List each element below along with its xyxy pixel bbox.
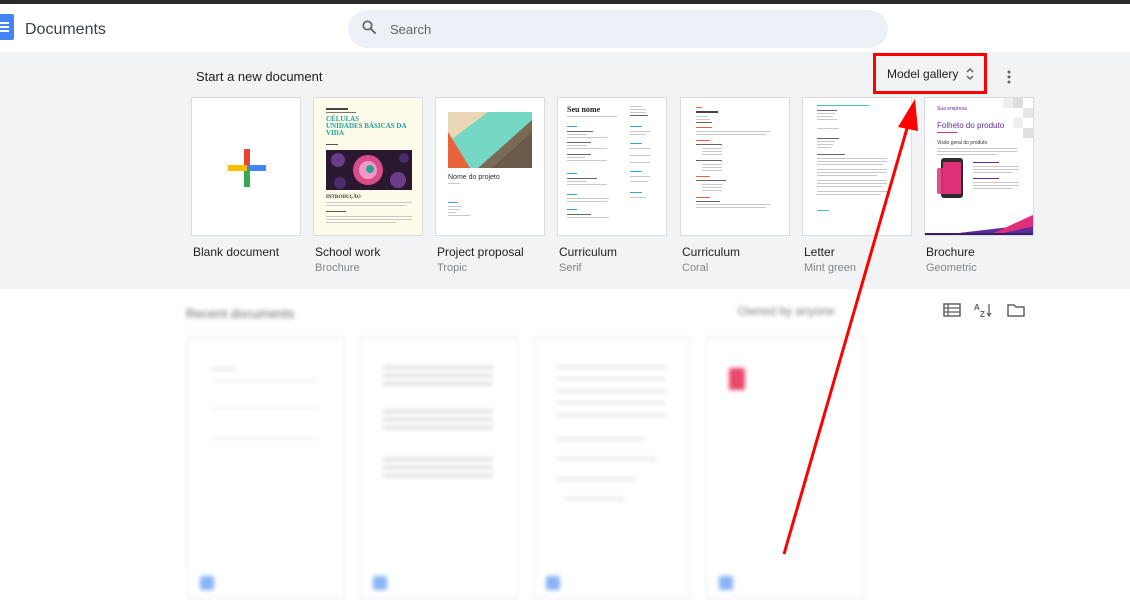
template-subtitle: Coral bbox=[682, 262, 709, 274]
geometric-pattern bbox=[1003, 98, 1033, 138]
plus-icon bbox=[228, 149, 266, 187]
recent-documents: Recent documents Owned by anyone A Z bbox=[0, 289, 1130, 600]
gallery-title: Start a new document bbox=[196, 69, 323, 84]
docs-file-icon bbox=[373, 576, 387, 590]
template-name: Curriculum bbox=[559, 245, 618, 259]
thumb-curriculum-name: Seu nome bbox=[567, 105, 601, 114]
template-curriculum-serif[interactable]: Seu nome Curriculum Serif bbox=[557, 97, 667, 274]
template-name: School work bbox=[315, 245, 381, 259]
list-view-icon[interactable] bbox=[943, 302, 961, 318]
template-blank-document[interactable]: Blank document bbox=[191, 97, 301, 259]
template-name: Brochure bbox=[926, 245, 975, 259]
thumb-brochure-subtitle: Visão geral do produto bbox=[937, 140, 988, 146]
template-name: Project proposal bbox=[437, 245, 524, 259]
template-school-work[interactable]: CÉLULAS UNIDADES BÁSICAS DA VIDA INTRODU… bbox=[313, 97, 423, 274]
thumb-brochure-company: Sua empresa bbox=[937, 106, 967, 112]
template-subtitle: Mint green bbox=[804, 262, 856, 274]
search-input[interactable] bbox=[390, 10, 870, 48]
recent-document-card[interactable] bbox=[706, 337, 864, 599]
template-thumbnail[interactable]: Seu nome bbox=[557, 97, 667, 236]
docs-logo-icon[interactable] bbox=[0, 14, 14, 40]
template-subtitle: Tropic bbox=[437, 262, 468, 274]
recent-document-card[interactable] bbox=[187, 337, 345, 599]
tropic-image bbox=[448, 112, 532, 168]
geometric-footer bbox=[925, 214, 1033, 235]
template-gallery: Start a new document Model gallery Blank… bbox=[0, 52, 1130, 289]
template-thumbnail[interactable]: Nome do projeto bbox=[435, 97, 545, 236]
template-thumbnail[interactable] bbox=[680, 97, 790, 236]
docs-file-icon bbox=[200, 576, 214, 590]
template-brochure[interactable]: Sua empresa Folheto do produto Visão ger… bbox=[924, 97, 1034, 274]
thumb-proposal-title: Nome do projeto bbox=[448, 174, 500, 181]
thumb-brochure-title: Folheto do produto bbox=[937, 121, 1005, 130]
model-gallery-button[interactable]: Model gallery bbox=[873, 53, 987, 94]
template-name: Blank document bbox=[193, 245, 280, 259]
phone-image bbox=[937, 158, 963, 198]
thumb-school-title: CÉLULAS UNIDADES BÁSICAS DA VIDA bbox=[326, 115, 407, 137]
search-icon[interactable] bbox=[362, 20, 376, 34]
search-bar[interactable] bbox=[348, 10, 888, 48]
app-title[interactable]: Documents bbox=[25, 21, 106, 39]
svg-text:Z: Z bbox=[980, 310, 985, 318]
model-gallery-label: Model gallery bbox=[887, 66, 959, 81]
template-name: Curriculum bbox=[682, 245, 741, 259]
template-letter[interactable]: Letter Mint green bbox=[802, 97, 912, 274]
owner-filter-dropdown[interactable]: Owned by anyone bbox=[738, 304, 835, 318]
thumb-school-intro: INTRODUÇÃO bbox=[326, 195, 361, 200]
unfold-icon bbox=[966, 67, 974, 81]
recent-title: Recent documents bbox=[186, 306, 295, 321]
template-curriculum-coral[interactable]: Curriculum Coral bbox=[680, 97, 790, 274]
more-vert-icon[interactable] bbox=[1005, 69, 1013, 85]
recent-document-card[interactable] bbox=[533, 337, 691, 599]
cells-image bbox=[326, 150, 412, 190]
template-project-proposal[interactable]: Nome do projeto Project proposal Tropic bbox=[435, 97, 545, 274]
template-subtitle: Geometric bbox=[926, 262, 977, 274]
app-header: Documents bbox=[0, 4, 1130, 52]
template-subtitle: Brochure bbox=[315, 262, 360, 274]
docs-file-icon bbox=[546, 576, 560, 590]
folder-icon[interactable] bbox=[1007, 302, 1025, 318]
template-thumbnail[interactable] bbox=[191, 97, 301, 236]
docs-file-icon bbox=[719, 576, 733, 590]
template-subtitle: Serif bbox=[559, 262, 582, 274]
template-thumbnail[interactable]: Sua empresa Folheto do produto Visão ger… bbox=[924, 97, 1034, 236]
recent-document-card[interactable] bbox=[360, 337, 518, 599]
template-thumbnail[interactable] bbox=[802, 97, 912, 236]
more-vert-icon[interactable] bbox=[326, 576, 330, 590]
template-name: Letter bbox=[804, 245, 835, 259]
template-thumbnail[interactable]: CÉLULAS UNIDADES BÁSICAS DA VIDA INTRODU… bbox=[313, 97, 423, 236]
sort-az-icon[interactable]: A Z bbox=[974, 302, 992, 318]
